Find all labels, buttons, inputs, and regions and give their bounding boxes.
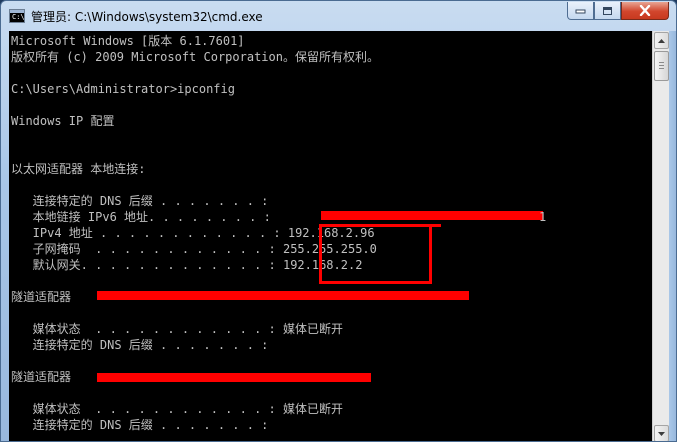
console-line: 版权所有 (c) 2009 Microsoft Corporation。保留所有… [11,50,379,64]
cmd-window: C:\ 管理员: C:\Windows\system32\cmd.exe Mic… [0,0,677,442]
console-line: 隧道适配器 [11,370,72,384]
ipv6-redaction-mark [321,211,543,220]
console-line: 默认网关. . . . . . . . . . . . . : 192.168.… [11,258,363,272]
console-line: 连接特定的 DNS 后缀 . . . . . . . : [11,194,269,208]
highlight-box-left [319,224,322,284]
tunnel-adapter-1-redaction-mark [97,291,469,300]
title-bar[interactable]: C:\ 管理员: C:\Windows\system32\cmd.exe [1,1,676,31]
cmd-icon[interactable]: C:\ [9,9,25,23]
tunnel-adapter-2-redaction-mark [97,373,371,382]
console-output[interactable]: Microsoft Windows [版本 6.1.7601] 版权所有 (c)… [9,31,652,441]
scroll-down-arrow-icon [658,431,665,436]
console-line: Microsoft Windows [版本 6.1.7601] [11,34,245,48]
ipv6-address-tail: 1 [539,210,547,224]
console-line: 子网掩码 . . . . . . . . . . . . : 255.255.2… [11,242,377,256]
console-line: Windows IP 配置 [11,114,115,128]
minimize-icon [575,9,586,13]
console-line: 本地链接 IPv6 地址. . . . . . . . : [11,210,271,224]
console-line: 媒体状态 . . . . . . . . . . . . : 媒体已断开 [11,402,343,416]
close-button[interactable] [621,2,669,20]
maximize-button[interactable] [594,2,621,20]
minimize-button[interactable] [567,2,594,20]
console-line: 连接特定的 DNS 后缀 . . . . . . . : [11,338,269,352]
console-line: 媒体状态 . . . . . . . . . . . . : 媒体已断开 [11,322,343,336]
maximize-icon [603,6,612,15]
highlight-box-top [319,224,441,227]
vertical-scrollbar[interactable] [652,31,669,441]
scroll-thumb[interactable] [654,51,669,81]
console-line: 以太网适配器 本地连接: [11,162,146,176]
console-line: C:\Users\Administrator>ipconfig [11,82,235,96]
scroll-down-button[interactable] [654,425,669,441]
scroll-up-button[interactable] [654,32,669,49]
scroll-up-arrow-icon [658,38,665,43]
highlight-box-right [429,224,432,284]
console-line: 隧道适配器 [11,290,72,304]
close-icon [639,5,651,16]
window-title: 管理员: C:\Windows\system32\cmd.exe [31,10,263,24]
highlight-box-bottom [319,281,432,284]
console-line: 连接特定的 DNS 后缀 . . . . . . . : [11,418,269,432]
window-frame-right [669,31,676,441]
